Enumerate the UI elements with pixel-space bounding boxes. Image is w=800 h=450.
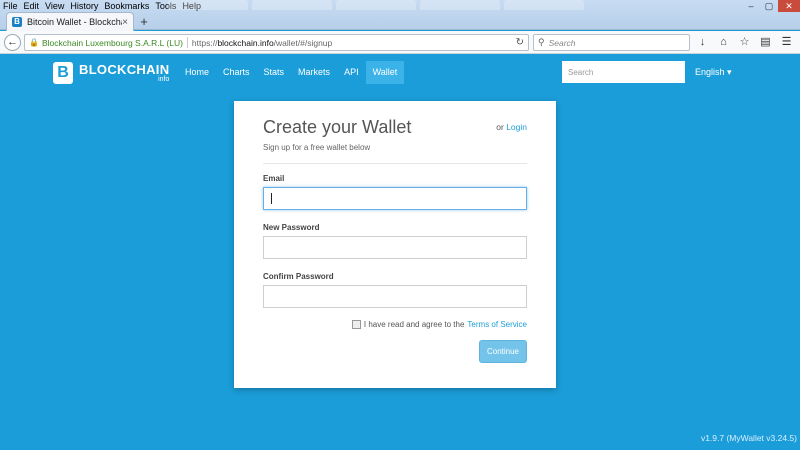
url-prefix: https:// (191, 37, 218, 48)
language-label: English (695, 67, 725, 77)
nav-home[interactable]: Home (178, 61, 216, 84)
main-nav: Home Charts Stats Markets API Wallet (178, 61, 405, 84)
download-icon[interactable]: ↓ (696, 34, 709, 51)
or-text: or (496, 122, 504, 132)
minimize-button[interactable]: – (742, 0, 760, 12)
close-tab-icon[interactable]: × (122, 17, 128, 28)
active-tab[interactable]: B Bitcoin Wallet - Blockchain × (6, 12, 134, 31)
site-search-input[interactable] (562, 61, 685, 83)
browser-search-placeholder: Search (548, 37, 576, 48)
continue-button[interactable]: Continue (479, 340, 527, 363)
url-host: blockchain.info (217, 37, 274, 48)
terms-text: I have read and agree to the (363, 320, 465, 329)
nav-wallet[interactable]: Wallet (365, 61, 405, 84)
maximize-button[interactable]: ▢ (760, 0, 778, 12)
background-tabs (168, 0, 584, 12)
background-tab[interactable] (252, 0, 332, 10)
new-tab-button[interactable]: + (137, 15, 151, 29)
navigation-toolbar: ← 🔒 Blockchain Luxembourg S.A.R.L (LU) h… (0, 31, 800, 54)
new-password-label: New Password (263, 223, 320, 232)
menu-file[interactable]: File (0, 0, 21, 12)
window-controls: – ▢ ✕ (742, 0, 800, 12)
close-window-button[interactable]: ✕ (778, 0, 800, 12)
blockchain-favicon-icon: B (12, 17, 22, 27)
tab-strip: File Edit View History Bookmarks Tools H… (0, 0, 800, 31)
logo-wordmark: BLOCKCHAIN info (79, 63, 169, 84)
menu-bookmarks[interactable]: Bookmarks (101, 0, 152, 12)
logo-subtext: info (158, 75, 170, 83)
toolbar-icons: ↓ ⌂ ☆ ▤ ☰ (696, 34, 793, 51)
email-field[interactable] (263, 187, 527, 210)
browser-search-input[interactable]: ⚲ Search (533, 34, 690, 51)
background-tab[interactable] (504, 0, 584, 10)
page-subtitle: Sign up for a free wallet below (263, 143, 371, 152)
blockchain-logo[interactable]: B BLOCKCHAIN info (53, 62, 169, 84)
url-bar[interactable]: 🔒 Blockchain Luxembourg S.A.R.L (LU) htt… (24, 34, 529, 51)
background-tab[interactable] (336, 0, 416, 10)
confirm-password-label: Confirm Password (263, 272, 334, 281)
blockchain-logo-icon: B (53, 62, 73, 84)
new-password-field[interactable] (263, 236, 527, 259)
language-dropdown[interactable]: English ▾ (695, 61, 732, 83)
menu-history[interactable]: History (67, 0, 101, 12)
hamburger-menu-icon[interactable]: ☰ (780, 34, 793, 51)
email-label: Email (263, 174, 285, 183)
url-divider (186, 37, 188, 48)
chevron-down-icon: ▾ (727, 67, 732, 77)
nav-markets[interactable]: Markets (291, 61, 337, 84)
url-text[interactable]: https://blockchain.info/wallet/#/signup (192, 38, 332, 48)
terms-checkbox[interactable] (351, 320, 361, 329)
signup-card: Create your Wallet or Login Sign up for … (234, 101, 556, 388)
login-prompt: or Login (496, 122, 527, 132)
login-link[interactable]: Login (506, 122, 527, 132)
page-title: Create your Wallet (263, 117, 412, 137)
terms-agreement: I have read and agree to the Terms of Se… (351, 320, 527, 329)
search-icon: ⚲ (538, 37, 545, 47)
logo-text: BLOCKCHAIN (79, 61, 170, 77)
text-cursor (271, 193, 272, 204)
nav-api[interactable]: API (337, 61, 366, 84)
version-label: v1.9.7 (MyWallet v3.24.5) (700, 433, 797, 443)
bookmark-star-icon[interactable]: ☆ (738, 34, 751, 51)
background-tab[interactable] (420, 0, 500, 10)
divider (263, 163, 527, 164)
site-identity[interactable]: Blockchain Luxembourg S.A.R.L (LU) (42, 38, 183, 48)
reload-icon[interactable]: ↻ (516, 37, 524, 48)
terms-of-service-link[interactable]: Terms of Service (467, 320, 527, 329)
tab-title: Bitcoin Wallet - Blockchain (27, 17, 123, 27)
menu-edit[interactable]: Edit (21, 0, 43, 12)
reading-list-icon[interactable]: ▤ (759, 34, 772, 51)
nav-charts[interactable]: Charts (216, 61, 257, 84)
nav-stats[interactable]: Stats (257, 61, 292, 84)
lock-icon: 🔒 (29, 38, 39, 47)
menu-view[interactable]: View (42, 0, 67, 12)
confirm-password-field[interactable] (263, 285, 527, 308)
home-icon[interactable]: ⌂ (717, 34, 730, 51)
background-tab[interactable] (168, 0, 248, 10)
back-icon[interactable]: ← (4, 33, 21, 51)
url-path: /wallet/#/signup (273, 37, 333, 48)
site-header: B BLOCKCHAIN info Home Charts Stats Mark… (0, 55, 800, 90)
